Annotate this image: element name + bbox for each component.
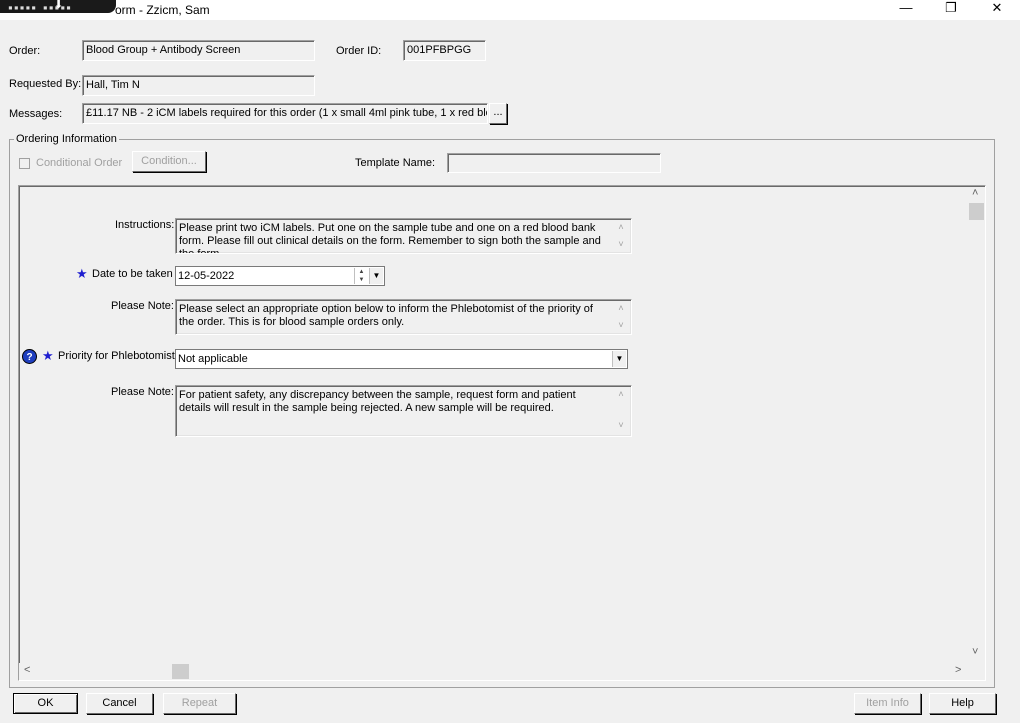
vertical-scroll-thumb[interactable] [969, 203, 984, 220]
date-spinner[interactable]: ▲ ▼ [354, 268, 368, 284]
conditional-order-label: Conditional Order [36, 157, 123, 169]
please-note-text-2: For patient safety, any discrepancy betw… [175, 385, 632, 437]
conditional-order-checkbox[interactable] [19, 158, 30, 169]
required-star-icon: ★ [42, 348, 54, 363]
scroll-down-icon[interactable]: ˅ [615, 419, 627, 432]
order-label: Order: [9, 45, 41, 57]
date-picker[interactable]: 12-05-2022 ▲ ▼ ▼ [175, 266, 385, 286]
priority-label: Priority for Phlebotomists [58, 350, 181, 362]
scroll-down-icon[interactable]: ˅ [972, 646, 978, 658]
scroll-down-icon[interactable]: ˅ [615, 319, 627, 332]
horizontal-scroll-thumb[interactable] [172, 664, 189, 679]
instructions-content: Please print two iCM labels. Put one on … [179, 222, 601, 254]
help-button[interactable]: Help [929, 693, 996, 714]
please-note-content-2: For patient safety, any discrepancy betw… [179, 389, 576, 414]
scroll-down-icon[interactable]: ˅ [615, 238, 627, 251]
priority-value: Not applicable [178, 353, 248, 365]
horizontal-scrollbar[interactable] [19, 663, 968, 680]
scroll-left-icon[interactable]: < [24, 664, 30, 676]
cancel-button[interactable]: Cancel [86, 693, 153, 714]
please-note-label-2: Please Note: [111, 386, 174, 398]
order-id-field: 001PFBPGG [403, 40, 486, 61]
please-note-text-1: Please select an appropriate option belo… [175, 299, 632, 335]
scroll-up-icon[interactable]: ˄ [972, 187, 978, 199]
scroll-up-icon[interactable]: ˄ [615, 388, 627, 401]
condition-button[interactable]: Condition... [132, 151, 206, 172]
date-label: Date to be taken [92, 268, 173, 280]
help-icon[interactable]: ? [22, 349, 37, 364]
ok-button[interactable]: OK [13, 693, 78, 714]
requested-by-label: Requested By: [9, 78, 82, 90]
priority-select[interactable]: Not applicable ▼ [175, 349, 628, 369]
please-note-content-1: Please select an appropriate option belo… [179, 303, 593, 328]
required-star-icon: ★ [76, 266, 88, 281]
item-info-button[interactable]: Item Info [854, 693, 921, 714]
ordering-info-title: Ordering Information [14, 133, 119, 145]
messages-field: £11.17 NB - 2 iCM labels required for th… [82, 103, 488, 124]
instructions-label: Instructions: [115, 219, 175, 231]
messages-label: Messages: [9, 108, 63, 120]
vertical-scrollbar[interactable] [968, 187, 985, 663]
date-value: 12-05-2022 [178, 270, 235, 282]
template-name-field [447, 153, 661, 173]
messages-more-button[interactable]: ... [489, 103, 507, 124]
overlay-toolbar[interactable]: ▪▪▪▪▪ ▪▪▪▪▪ ⬇ [0, 0, 116, 13]
restore-button[interactable]: ❐ [937, 0, 965, 18]
order-id-label: Order ID: [336, 45, 382, 57]
scroll-right-icon[interactable]: > [955, 664, 961, 676]
scroll-up-icon[interactable]: ˄ [615, 221, 627, 234]
repeat-button[interactable]: Repeat [163, 693, 236, 714]
scroll-up-icon[interactable]: ˄ [615, 302, 627, 315]
requested-by-field: Hall, Tim N [82, 75, 315, 96]
instructions-text: Please print two iCM labels. Put one on … [175, 218, 632, 254]
close-button[interactable]: ✕ [983, 0, 1011, 18]
download-arrow-icon[interactable]: ⬇ [54, 0, 63, 11]
window-title: orm - Zzicm, Sam [115, 3, 210, 17]
please-note-label-1: Please Note: [111, 300, 174, 312]
order-field: Blood Group + Antibody Screen [82, 40, 315, 61]
dropdown-arrow-icon[interactable]: ▼ [612, 351, 626, 367]
dropdown-arrow-icon[interactable]: ▼ [369, 268, 383, 284]
minimize-button[interactable]: — [892, 0, 920, 18]
template-name-label: Template Name: [355, 157, 436, 169]
